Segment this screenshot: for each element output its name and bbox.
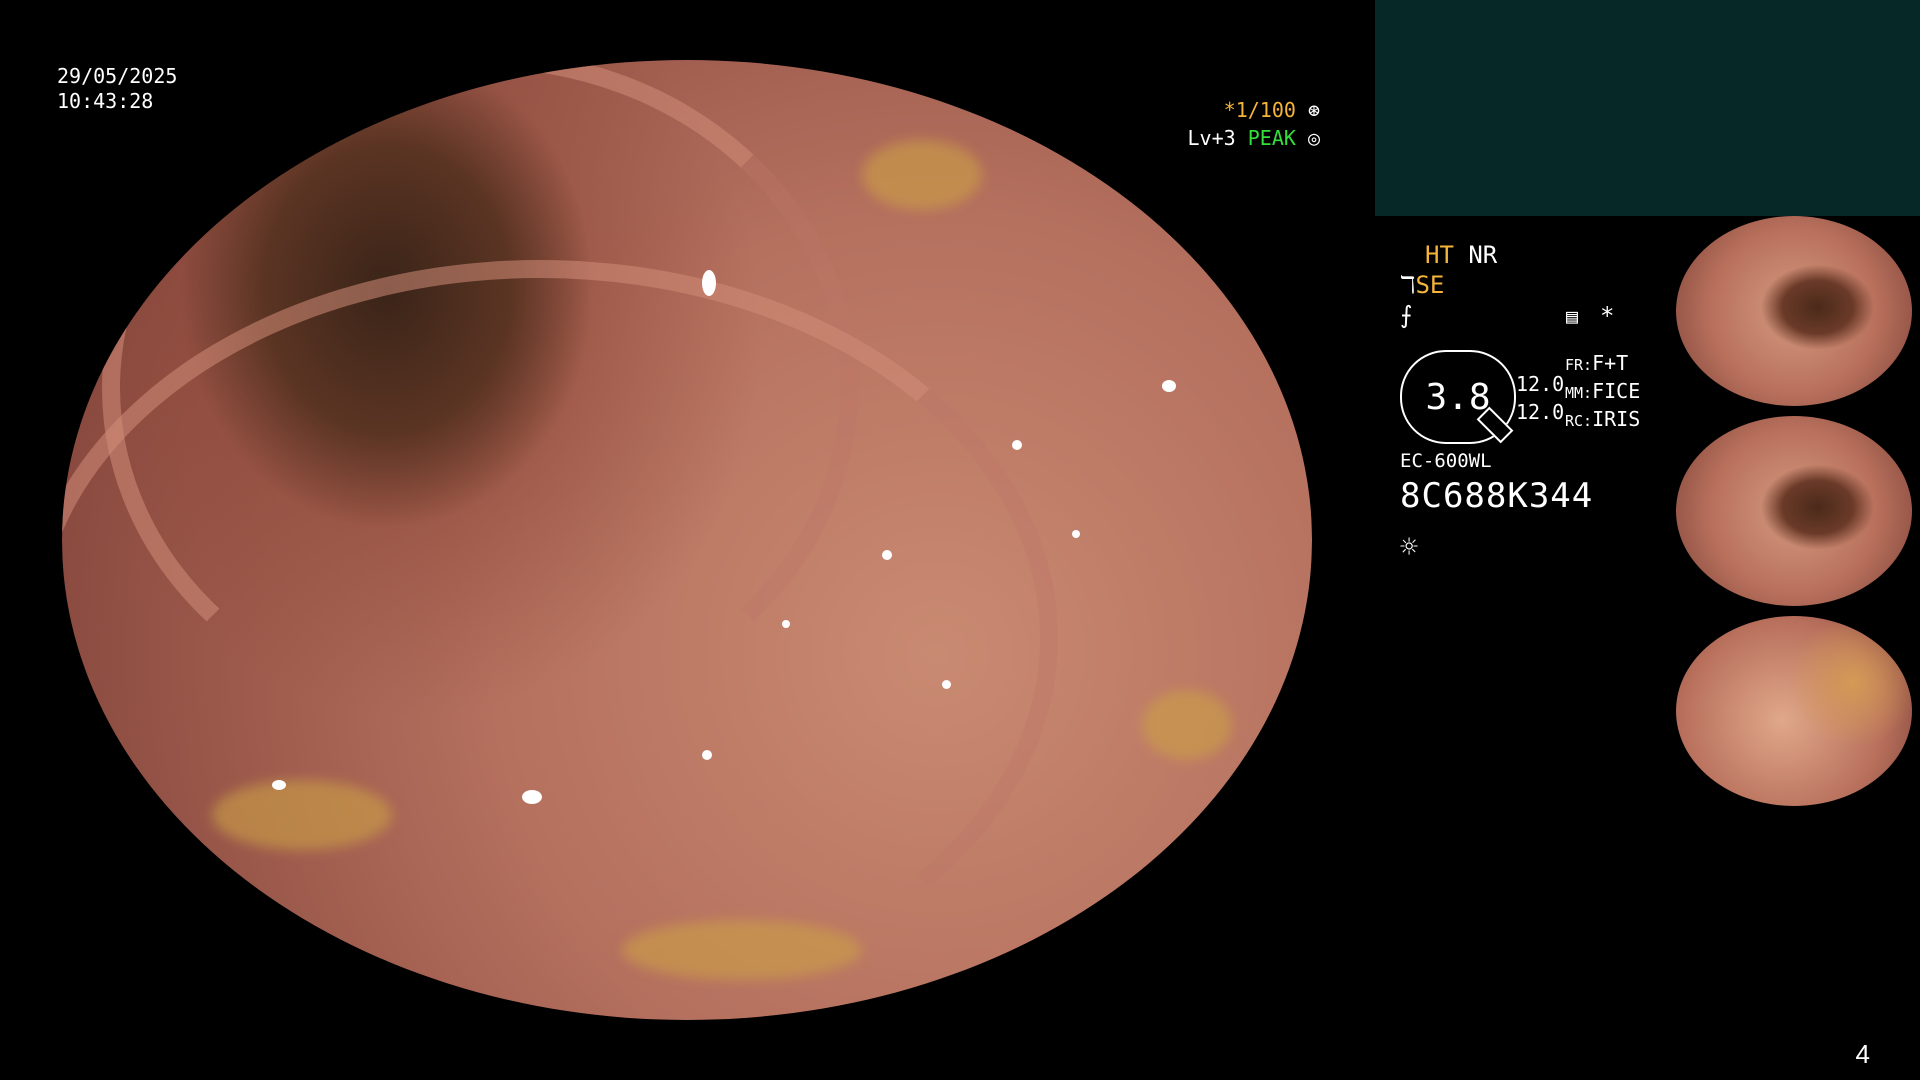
light-reflection xyxy=(1072,530,1080,538)
rc-key: RC: xyxy=(1565,412,1593,430)
mode-settings: FR:F+T MM:FICE RC:IRIS xyxy=(1565,350,1640,434)
light-reflection xyxy=(702,750,712,760)
thumbnail-3[interactable] xyxy=(1672,616,1920,806)
mm-value: FICE xyxy=(1592,379,1641,403)
mucosal-fold xyxy=(62,260,1058,1016)
thumbnail-1[interactable] xyxy=(1672,216,1920,406)
asterisk-icon: * xyxy=(1600,302,1615,330)
timestamp: 29/05/2025 10:43:28 xyxy=(57,64,177,114)
se-label: SE xyxy=(1415,271,1445,299)
debris xyxy=(862,140,982,210)
thumbnail-image xyxy=(1676,416,1912,606)
light-reflection xyxy=(272,780,286,790)
light-reflection xyxy=(1162,380,1176,392)
mm-key: MM: xyxy=(1565,384,1593,402)
memo-icon: ▤ xyxy=(1566,304,1579,328)
peak-icon: ◎ xyxy=(1307,126,1320,150)
endoscope-view xyxy=(62,60,1312,1020)
gauge-bottom-value: 12.0 xyxy=(1516,400,1565,424)
structure-icon: ⨍ xyxy=(1400,301,1413,329)
scope-serial: 8C688K344 xyxy=(1400,476,1594,516)
light-reflection xyxy=(522,790,542,804)
processor-settings: HT NR ℸSE ⨍ xyxy=(1400,240,1497,330)
light-icon: ☼ xyxy=(1400,530,1419,565)
rc-value: IRIS xyxy=(1592,407,1641,431)
debris xyxy=(622,920,862,980)
peak-mode: PEAK xyxy=(1247,126,1296,150)
page-number: 4 xyxy=(1855,1039,1870,1069)
level: Lv+3 xyxy=(1187,126,1236,150)
light-reflection xyxy=(782,620,790,628)
fr-value: F+T xyxy=(1592,351,1629,375)
debris xyxy=(1142,690,1232,760)
nr-label: NR xyxy=(1468,241,1498,269)
shutter-speed: *1/100 xyxy=(1223,98,1296,122)
exposure-osd: *1/100 ⊛ Lv+3 PEAK ◎ xyxy=(1188,96,1320,152)
time: 10:43:28 xyxy=(57,89,154,113)
light-reflection xyxy=(882,550,892,560)
light-reflection xyxy=(1012,440,1022,450)
enhance-icon: ℸ xyxy=(1400,271,1416,299)
light-reflection xyxy=(702,270,716,296)
thumbnail-image xyxy=(1676,616,1912,806)
date: 29/05/2025 xyxy=(57,64,178,88)
info-panel-header xyxy=(1375,0,1920,216)
thumbnail-2[interactable] xyxy=(1672,416,1920,606)
light-reflection xyxy=(942,680,951,689)
thumbnail-image xyxy=(1676,216,1912,406)
ht-label: HT xyxy=(1425,241,1454,269)
gauge-side-values: 12.0 12.0 xyxy=(1516,370,1564,426)
gauge-value: 3.8 xyxy=(1425,376,1491,418)
fr-key: FR: xyxy=(1565,356,1593,374)
gauge-top-value: 12.0 xyxy=(1516,372,1565,396)
debris xyxy=(212,780,392,850)
shutter-icon: ⊛ xyxy=(1307,98,1320,122)
scope-model: EC-600WL xyxy=(1400,450,1492,472)
